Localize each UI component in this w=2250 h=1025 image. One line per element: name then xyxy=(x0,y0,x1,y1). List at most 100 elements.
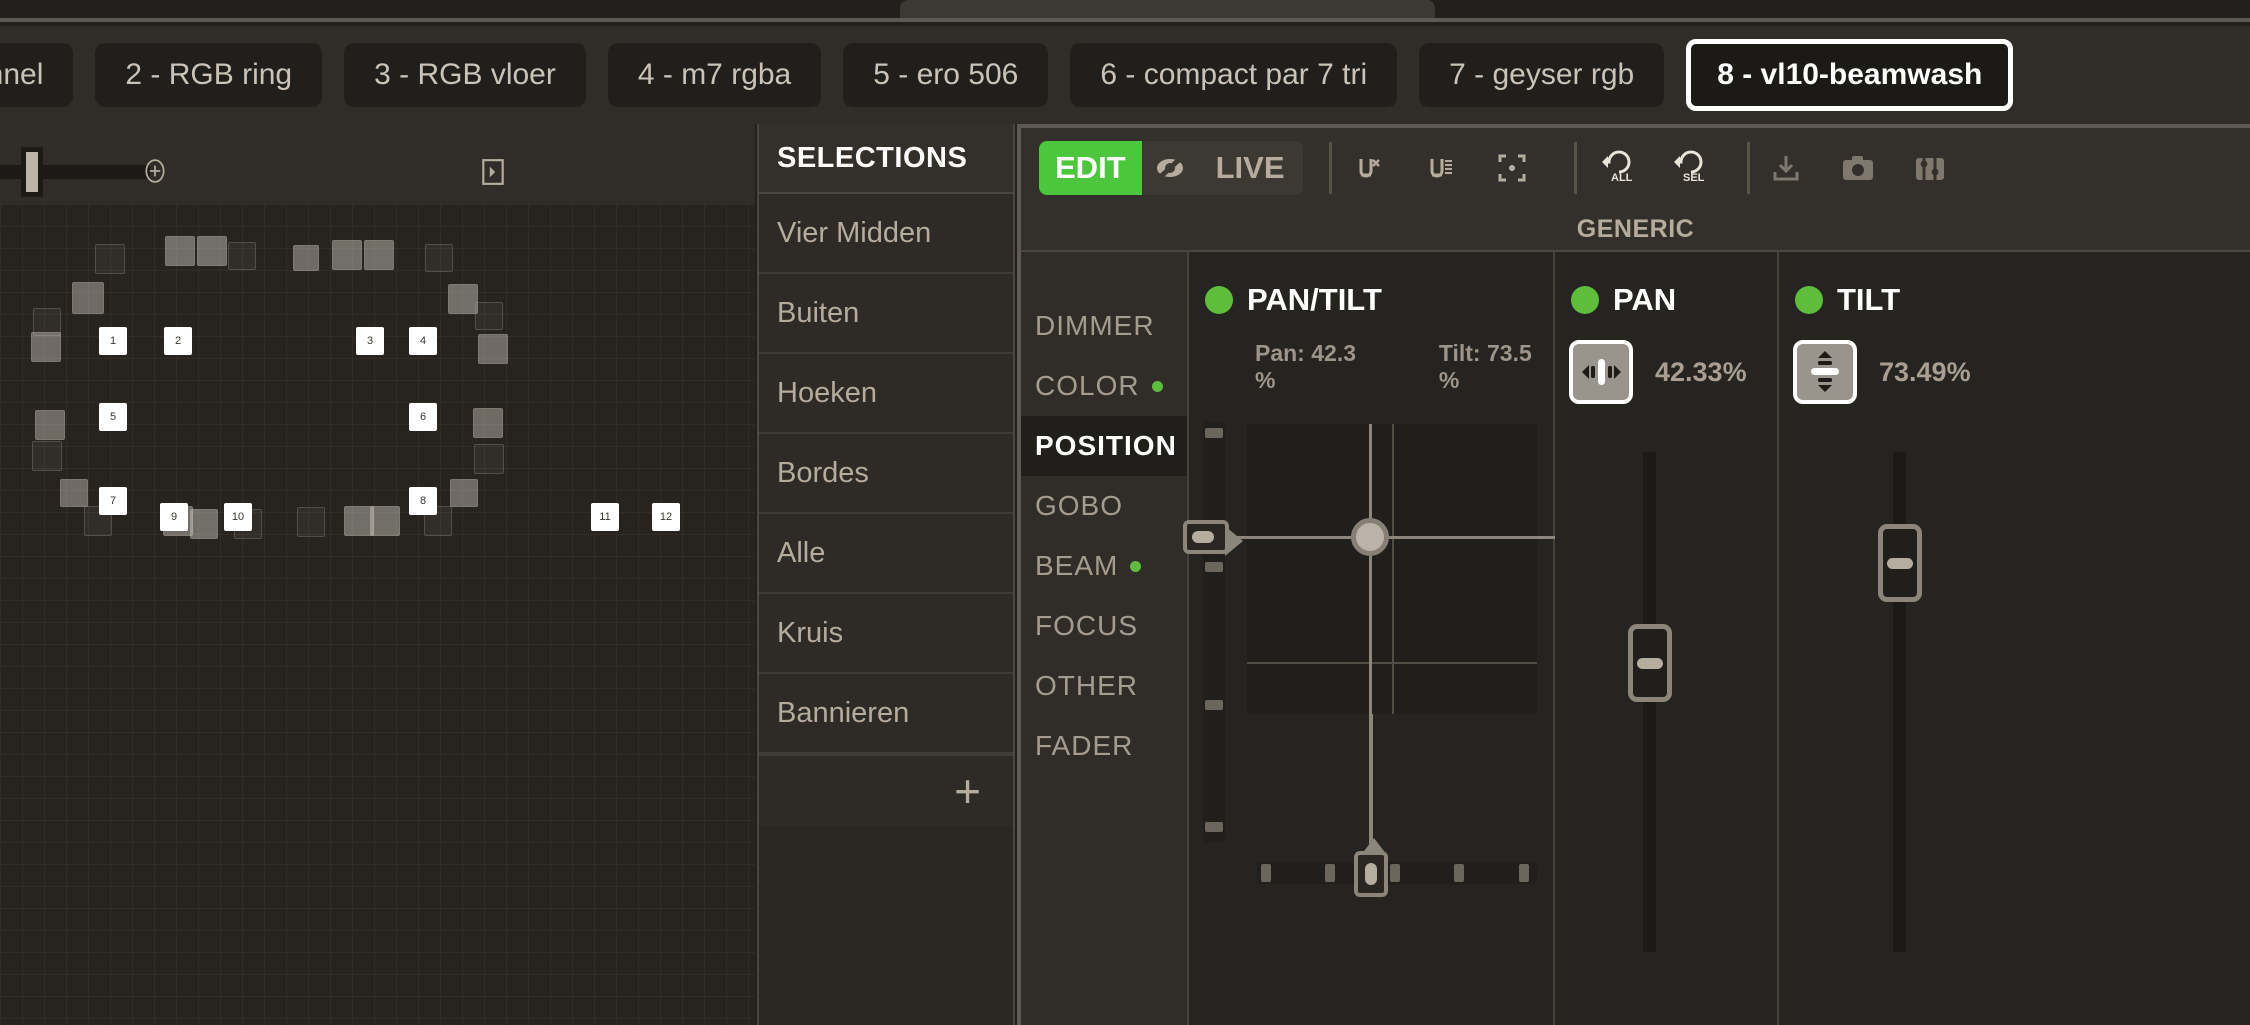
stage-fixture-selected[interactable]: 2 xyxy=(164,327,192,355)
live-mode-button[interactable]: LIVE xyxy=(1197,141,1303,195)
pan-left-right-icon[interactable] xyxy=(1569,340,1633,404)
download-icon[interactable] xyxy=(1750,152,1822,184)
stage-fixture[interactable] xyxy=(72,282,104,314)
stage-fixture-number: 8 xyxy=(412,490,434,512)
stage-zoom-slider[interactable] xyxy=(0,147,150,197)
attribute-category-color[interactable]: COLOR xyxy=(1021,356,1187,416)
stage-fixture-number: 10 xyxy=(227,506,249,528)
stage-fixture[interactable] xyxy=(31,332,61,362)
plus-circle-icon[interactable] xyxy=(142,158,168,184)
selection-item[interactable]: Alle xyxy=(759,514,1013,594)
top-divider xyxy=(0,18,2250,22)
stage-fixture[interactable] xyxy=(293,245,319,271)
stage-fixture-selected[interactable]: 5 xyxy=(99,403,127,431)
stage-fixture[interactable] xyxy=(197,236,227,266)
generic-label: GENERIC xyxy=(1576,214,1695,243)
pan-track[interactable] xyxy=(1257,862,1537,884)
partial-tab-above[interactable] xyxy=(900,0,1435,20)
fixture-tab[interactable]: 3 - RGB vloer xyxy=(344,43,586,107)
stage-fixture[interactable] xyxy=(297,507,325,537)
stage-fixture[interactable] xyxy=(478,334,508,364)
tilt-tick xyxy=(1205,700,1223,710)
stage-fixture[interactable] xyxy=(474,444,504,474)
attribute-category-focus[interactable]: FOCUS xyxy=(1021,596,1187,656)
selection-item[interactable]: Bannieren xyxy=(759,674,1013,754)
pan-slider-handle[interactable] xyxy=(1354,838,1388,897)
edit-live-toggle[interactable]: EDIT LIVE xyxy=(1039,141,1303,195)
stage-fixture[interactable] xyxy=(364,240,394,270)
stage-fixture[interactable] xyxy=(448,284,478,314)
stage-fixture[interactable] xyxy=(32,441,62,471)
stage-fixture[interactable] xyxy=(95,244,125,274)
stage-fixture-selected[interactable]: 8 xyxy=(409,487,437,515)
stage-fixture[interactable] xyxy=(35,410,65,440)
attribute-category-other[interactable]: OTHER xyxy=(1021,656,1187,716)
blind-off-icon[interactable] xyxy=(1332,151,1404,185)
undo-all-icon[interactable]: ALL xyxy=(1577,150,1649,186)
attribute-category-fader[interactable]: FADER xyxy=(1021,716,1187,776)
selection-item[interactable]: Vier Midden xyxy=(759,194,1013,274)
selection-item[interactable]: Kruis xyxy=(759,594,1013,674)
stage-fixture-selected[interactable]: 10 xyxy=(224,503,252,531)
pan-fader-track[interactable] xyxy=(1643,452,1656,952)
pan-fader-handle[interactable] xyxy=(1628,624,1672,702)
stage-fixture[interactable] xyxy=(450,479,478,507)
xy-position-knob[interactable] xyxy=(1351,518,1389,556)
camera-icon[interactable] xyxy=(1822,153,1894,183)
pan-tilt-status-led xyxy=(1205,286,1233,314)
fixture-tab[interactable]: 4 - m7 rgba xyxy=(607,43,822,107)
stage-fixture-selected[interactable]: 3 xyxy=(356,327,384,355)
stage-fixture-selected[interactable]: 4 xyxy=(409,327,437,355)
eye-slash-icon[interactable] xyxy=(1141,141,1198,195)
attribute-label: FOCUS xyxy=(1035,610,1138,641)
attribute-category-gobo[interactable]: GOBO xyxy=(1021,476,1187,536)
undo-selected-icon[interactable]: SEL xyxy=(1649,150,1721,186)
stage-fixture[interactable] xyxy=(473,408,503,438)
tilt-tick xyxy=(1205,428,1223,438)
stage-fixture-selected[interactable]: 12 xyxy=(652,503,680,531)
stage-fixture[interactable] xyxy=(332,240,362,270)
stage-fixture-selected[interactable]: 1 xyxy=(99,327,127,355)
edit-mode-button[interactable]: EDIT xyxy=(1039,141,1142,195)
tilt-up-down-icon[interactable] xyxy=(1793,340,1857,404)
stage-fixture-selected[interactable]: 11 xyxy=(591,503,619,531)
add-selection-button[interactable]: + xyxy=(759,754,1013,826)
attribute-active-dot-icon xyxy=(1130,560,1142,572)
tilt-value: 73.49% xyxy=(1879,356,1971,387)
tilt-fader-handle[interactable] xyxy=(1878,524,1922,602)
stage-fixture[interactable] xyxy=(190,509,218,539)
attribute-category-beam[interactable]: BEAM xyxy=(1021,536,1187,596)
stage-fixture-selected[interactable]: 7 xyxy=(99,487,127,515)
fixture-tab-active[interactable]: 8 - vl10-beamwash xyxy=(1686,39,2014,111)
stage-fixture-selected[interactable]: 9 xyxy=(160,503,188,531)
stage-fixture[interactable] xyxy=(165,236,195,266)
stage-zoom-handle[interactable] xyxy=(21,147,43,197)
stage-fixture[interactable] xyxy=(60,479,88,507)
fixture-tab[interactable]: annel xyxy=(0,43,74,107)
tilt-track[interactable] xyxy=(1203,422,1225,842)
select-frame-icon[interactable] xyxy=(1476,152,1548,184)
panel-toggle-icon[interactable] xyxy=(480,158,506,186)
pan-handle-pointer xyxy=(1361,838,1387,855)
selection-item[interactable]: Hoeken xyxy=(759,354,1013,434)
blind-on-icon[interactable] xyxy=(1404,151,1476,185)
fixture-tab[interactable]: 6 - compact par 7 tri xyxy=(1070,43,1398,107)
fixture-tab[interactable]: 5 - ero 506 xyxy=(843,43,1049,107)
selection-item[interactable]: Bordes xyxy=(759,434,1013,514)
stage-fixture[interactable] xyxy=(370,506,400,536)
stage-fixture[interactable] xyxy=(425,244,453,272)
tilt-slider-handle[interactable] xyxy=(1183,520,1243,556)
pan-tilt-section: PAN/TILT Pan: 42.3 % Tilt: 73.5 % xyxy=(1183,252,1555,1025)
stage-canvas[interactable]: 1 2 3 4 5 6 7 8 9 10 11 12 xyxy=(0,204,755,1025)
attribute-category-position[interactable]: POSITION xyxy=(1021,416,1187,476)
fixture-tab[interactable]: 7 - geyser rgb xyxy=(1419,43,1665,107)
stage-fixture[interactable] xyxy=(475,302,503,330)
stage-fixture[interactable] xyxy=(228,242,256,270)
settings-sliders-icon[interactable] xyxy=(1894,152,1966,184)
attribute-category-dimmer[interactable]: DIMMER xyxy=(1021,296,1187,356)
stage-fixture-selected[interactable]: 6 xyxy=(409,403,437,431)
selection-item[interactable]: Buiten xyxy=(759,274,1013,354)
stage-toolbar xyxy=(0,124,755,204)
fixture-tab[interactable]: 2 - RGB ring xyxy=(95,43,323,107)
tilt-title-row: TILT xyxy=(1779,252,2003,318)
